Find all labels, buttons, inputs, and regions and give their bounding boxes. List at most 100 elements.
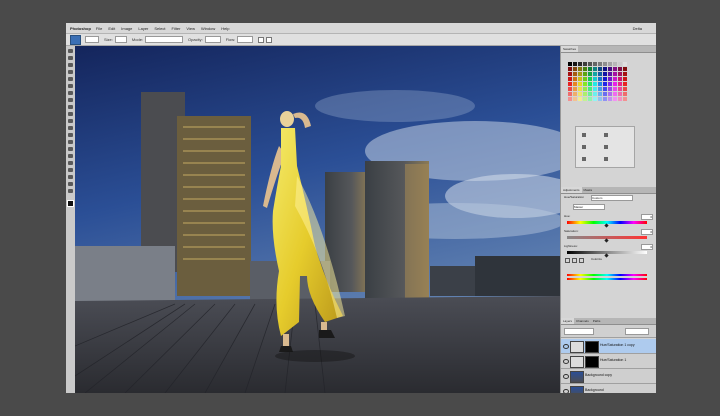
mode-select[interactable] [145,36,184,43]
marquee-tool-icon[interactable] [68,56,73,60]
layer-mask-thumbnail[interactable] [585,341,599,353]
color-swatch[interactable] [583,62,587,66]
color-swatch[interactable] [608,87,612,91]
brush-preset-picker[interactable] [85,36,99,43]
color-swatch[interactable] [608,77,612,81]
color-swatch[interactable] [598,82,602,86]
lasso-tool-icon[interactable] [68,63,73,67]
style-icon[interactable] [604,157,608,161]
crop-tool-icon[interactable] [68,77,73,81]
dodge-tool-icon[interactable] [68,140,73,144]
menu-layer[interactable]: Layer [138,26,148,31]
color-swatch[interactable] [578,82,582,86]
size-field[interactable] [114,36,127,43]
color-swatch[interactable] [603,77,607,81]
color-swatch[interactable] [593,72,597,76]
layer-row[interactable]: Background copy [561,369,656,384]
color-swatch[interactable] [623,92,627,96]
eye-icon[interactable] [563,374,569,379]
color-swatch[interactable] [583,87,587,91]
preset-select[interactable]: Custom [591,195,633,201]
color-swatch[interactable] [583,82,587,86]
color-swatch[interactable] [578,92,582,96]
eyedropper-plus-icon[interactable] [572,258,577,263]
color-swatch[interactable] [598,87,602,91]
color-swatch[interactable] [618,67,622,71]
color-swatch[interactable] [573,97,577,101]
channel-select[interactable]: Master [573,204,605,210]
saturation-value[interactable]: 0 [641,229,653,235]
color-swatch[interactable] [603,92,607,96]
color-swatch[interactable] [583,97,587,101]
color-swatch[interactable] [618,92,622,96]
style-icon[interactable] [582,133,586,137]
color-swatch[interactable] [618,97,622,101]
color-swatch[interactable] [603,72,607,76]
color-swatch[interactable] [623,77,627,81]
color-swatch[interactable] [598,72,602,76]
color-swatch[interactable] [573,77,577,81]
layer-mask-thumbnail[interactable] [585,356,599,368]
color-swatch[interactable] [613,82,617,86]
lightness-value[interactable]: 0 [641,244,653,250]
color-swatch[interactable] [578,67,582,71]
airbrush-icon[interactable] [258,36,265,43]
color-swatch[interactable] [573,82,577,86]
color-swatch[interactable] [623,87,627,91]
hand-tool-icon[interactable] [68,182,73,186]
hue-slider-thumb[interactable] [604,223,609,228]
color-swatch[interactable] [598,92,602,96]
style-icon[interactable] [604,133,608,137]
layer-row[interactable]: Hue/Saturation 1 [561,354,656,369]
color-swatch[interactable] [568,92,572,96]
layer-name[interactable]: Hue/Saturation 1 [600,358,626,362]
color-swatch[interactable] [583,77,587,81]
color-swatch[interactable] [578,97,582,101]
color-swatch[interactable] [613,67,617,71]
workspace-label[interactable]: Delta [633,26,642,31]
color-swatch[interactable] [593,82,597,86]
tab-masks[interactable]: Masks [582,187,595,193]
color-swatch[interactable] [618,87,622,91]
flow-field[interactable] [237,36,254,43]
color-swatch[interactable] [603,62,607,66]
3d-tool-icon[interactable] [68,175,73,179]
zoom-tool-icon[interactable] [68,189,73,193]
blend-mode-select[interactable] [564,328,594,335]
color-swatch[interactable] [608,92,612,96]
color-swatch[interactable] [593,77,597,81]
color-swatch[interactable] [618,72,622,76]
color-swatch[interactable] [588,92,592,96]
healing-tool-icon[interactable] [68,91,73,95]
layer-row[interactable]: Background [561,384,656,393]
color-swatch[interactable] [568,97,572,101]
color-swatch[interactable] [588,97,592,101]
pressure-icon[interactable] [266,36,273,43]
menu-file[interactable]: File [96,26,102,31]
hue-value[interactable]: 0 [641,214,653,220]
eye-icon[interactable] [563,389,569,393]
brush-icon[interactable] [70,34,81,45]
color-swatch[interactable] [578,72,582,76]
color-swatch[interactable] [598,77,602,81]
color-swatch[interactable] [613,72,617,76]
saturation-slider-thumb[interactable] [604,238,609,243]
color-swatch[interactable] [583,92,587,96]
blur-tool-icon[interactable] [68,133,73,137]
menu-edit[interactable]: Edit [108,26,115,31]
type-tool-icon[interactable] [68,154,73,158]
pen-tool-icon[interactable] [68,147,73,151]
color-swatch[interactable] [593,67,597,71]
color-swatch[interactable] [613,77,617,81]
tab-paths[interactable]: Paths [591,318,603,324]
color-swatch[interactable] [598,97,602,101]
color-swatch[interactable] [608,72,612,76]
color-swatch[interactable] [573,67,577,71]
color-swatch[interactable] [568,77,572,81]
move-tool-icon[interactable] [68,49,73,53]
color-swatch[interactable] [598,67,602,71]
color-swatch[interactable] [578,62,582,66]
menu-image[interactable]: Image [121,26,132,31]
tab-layers[interactable]: Layers [561,318,575,324]
color-swatch[interactable] [623,62,627,66]
